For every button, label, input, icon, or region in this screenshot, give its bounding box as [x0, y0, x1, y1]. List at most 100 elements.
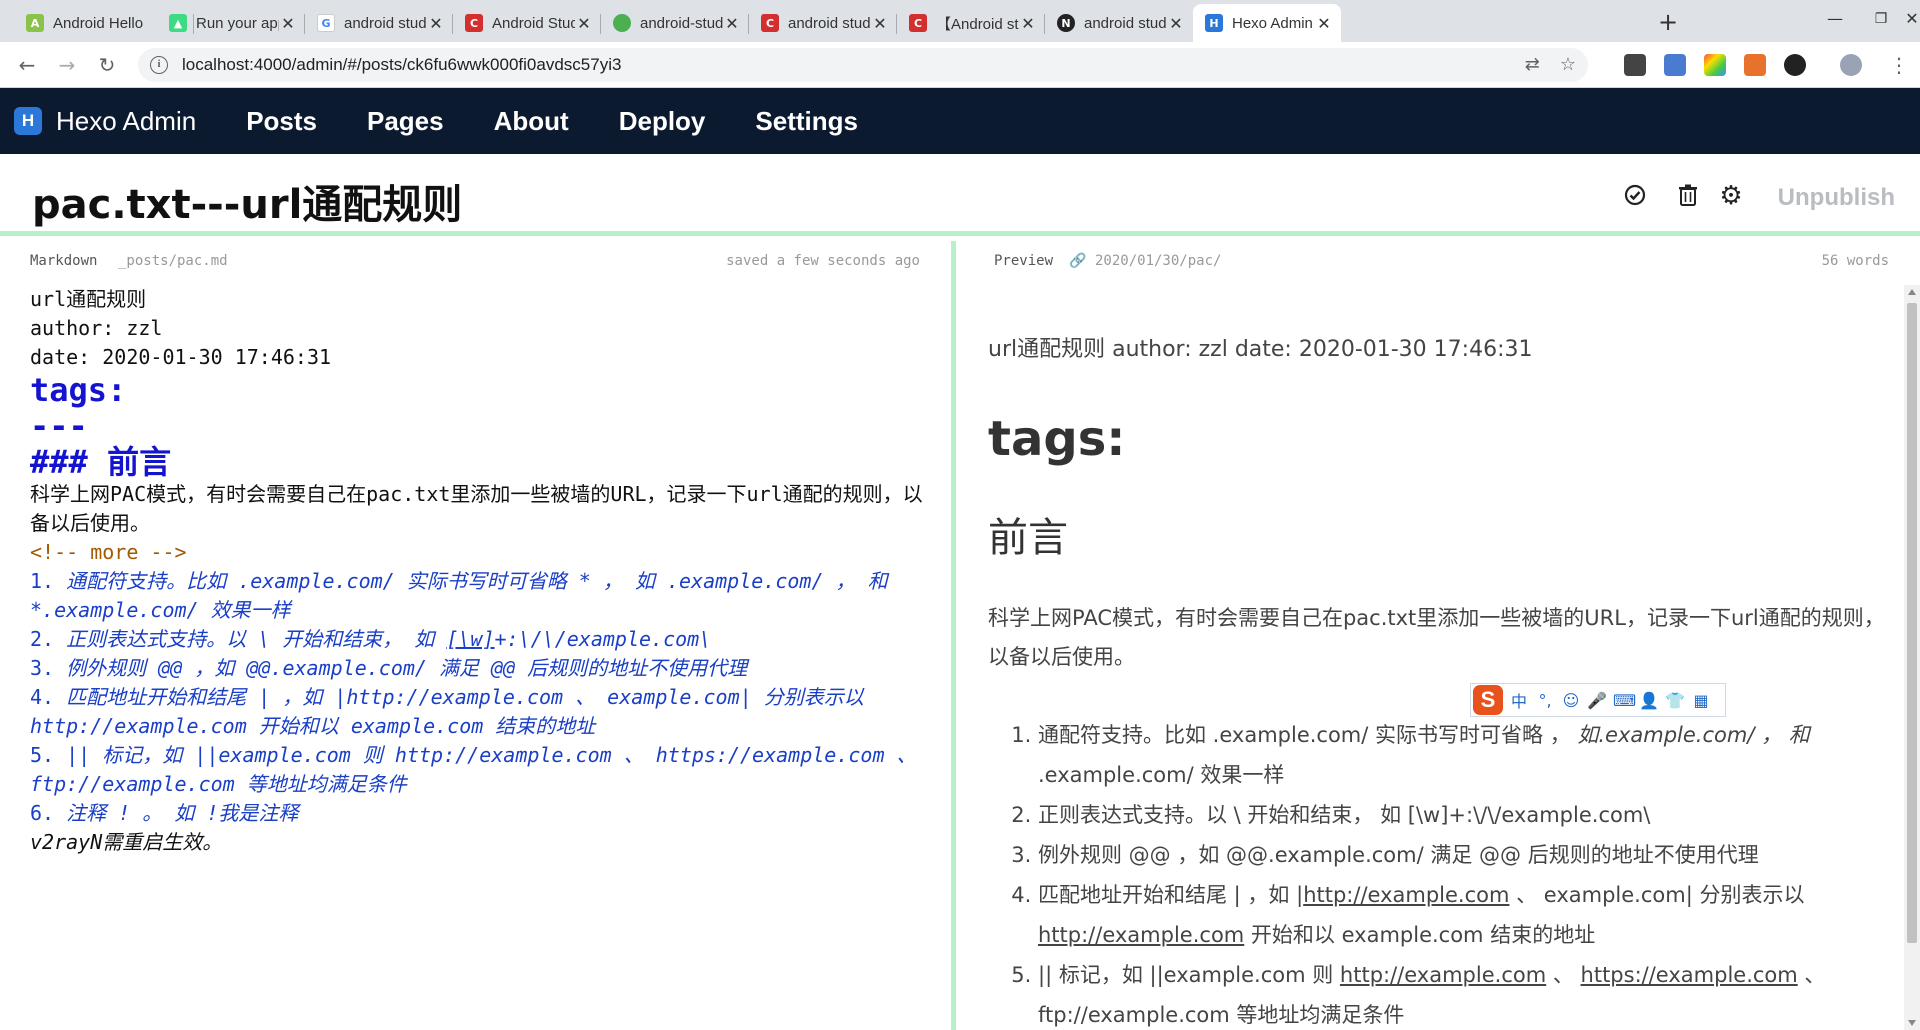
chrome-menu-icon[interactable]: ⋮	[1884, 50, 1914, 80]
nav-pages[interactable]: Pages	[367, 106, 444, 137]
browser-tab-active[interactable]: H Hexo Admin ✕	[1193, 4, 1341, 42]
close-tab-icon[interactable]: ✕	[279, 14, 297, 33]
keyboard-icon[interactable]: ⌨	[1613, 691, 1636, 710]
close-tab-icon[interactable]: ✕	[871, 14, 889, 33]
site-info-icon[interactable]: i	[150, 56, 168, 74]
save-status: saved a few seconds ago	[726, 253, 920, 269]
nav-posts[interactable]: Posts	[246, 106, 317, 137]
tab-label: android-studio	[640, 14, 723, 32]
android-favicon-icon: A	[26, 14, 44, 32]
browser-tab[interactable]: C 【Android stu ✕	[897, 4, 1045, 42]
code-line-hr: ---	[30, 407, 88, 445]
translate-icon[interactable]: ⇄	[1525, 54, 1540, 75]
nav-deploy[interactable]: Deploy	[619, 106, 706, 137]
scroll-up-arrow-icon[interactable]	[1908, 289, 1916, 295]
close-tab-icon[interactable]: ✕	[427, 14, 445, 33]
trash-icon[interactable]	[1676, 184, 1700, 208]
code-list-item: 5. || 标记，如 ||example.com 则 http://exampl…	[30, 743, 929, 796]
link[interactable]: http://example.com	[1038, 923, 1244, 947]
code-line: 科学上网PAC模式，有时会需要自己在pac.txt里添加一些被墙的URL，记录一…	[30, 482, 923, 535]
close-window-icon[interactable]: ✕	[1904, 4, 1920, 34]
url-text: localhost:4000/admin/#/posts/ck6fu6wwk00…	[182, 55, 622, 74]
link-icon: 🔗	[1069, 253, 1087, 269]
close-tab-icon[interactable]: ✕	[1315, 14, 1333, 33]
browser-tab[interactable]: C Android Studi ✕	[453, 4, 601, 42]
rendered-post: url通配规则 author: zzl date: 2020-01-30 17:…	[988, 331, 1893, 1030]
code-list-item: 4. 匹配地址开始和结尾 | ，如 |http://example.com 、 …	[30, 685, 876, 738]
microphone-icon[interactable]: 🎤	[1587, 691, 1607, 710]
nav-about[interactable]: About	[494, 106, 569, 137]
csdn-favicon-icon: C	[909, 14, 927, 32]
markdown-editor-pane: Markdown _posts/pac.md saved a few secon…	[0, 241, 956, 1030]
tab-label: Run your app	[196, 14, 279, 32]
mode-label: Markdown	[30, 253, 98, 269]
emoji-icon[interactable]: ☺	[1561, 691, 1581, 710]
back-arrow-icon[interactable]: ←	[12, 50, 42, 80]
new-tab-button[interactable]: +	[1652, 7, 1684, 39]
browser-tab[interactable]: android-studio ✕	[601, 4, 749, 42]
post-title[interactable]: pac.txt---url通配规则	[32, 172, 462, 230]
bookmark-star-icon[interactable]: ☆	[1560, 54, 1576, 75]
unpublish-button[interactable]: Unpublish	[1778, 184, 1895, 212]
close-tab-icon[interactable]: ✕	[1167, 14, 1185, 33]
code-line-heading: ### 前言	[30, 443, 172, 481]
maximize-icon[interactable]: ❐	[1858, 4, 1904, 34]
csdn-favicon-icon: C	[465, 14, 483, 32]
rendered-list: 通配符支持。比如 .example.com/ 实际书写时可省略 ， 如.exam…	[988, 715, 1893, 1030]
link[interactable]: https://example.com	[1581, 963, 1798, 987]
code-list-item: 1. 通配符支持。比如 .example.com/ 实际书写时可省略 * ， 如…	[30, 569, 900, 622]
close-tab-icon[interactable]: ✕	[723, 14, 741, 33]
reload-icon[interactable]: ↻	[92, 50, 122, 80]
code-line: url通配规则	[30, 287, 147, 311]
globe-favicon-icon	[613, 14, 631, 32]
link[interactable]: http://example.com	[1340, 963, 1546, 987]
preview-label: Preview	[994, 253, 1054, 269]
scrollbar-thumb[interactable]	[1907, 303, 1917, 943]
rendered-h3: 前言	[988, 515, 1068, 561]
address-bar[interactable]: i localhost:4000/admin/#/posts/ck6fu6wwk…	[138, 48, 1588, 82]
rendered-meta: url通配规则 author: zzl date: 2020-01-30 17:…	[988, 337, 1533, 362]
brand-link[interactable]: Hexo Admin	[56, 106, 196, 137]
permalink[interactable]: 2020/01/30/pac/	[1095, 253, 1221, 269]
forward-arrow-icon[interactable]: →	[52, 50, 82, 80]
ime-language-toggle[interactable]: 中	[1509, 688, 1529, 712]
sogou-logo-icon[interactable]: S	[1473, 685, 1503, 715]
markdown-textarea[interactable]: url通配规则 author: zzl date: 2020-01-30 17:…	[30, 285, 935, 857]
word-count: 56 words	[1821, 253, 1889, 269]
scroll-down-arrow-icon[interactable]	[1908, 1020, 1916, 1026]
gear-icon[interactable]: ⚙	[1719, 183, 1743, 209]
notion-favicon-icon: N	[1057, 14, 1075, 32]
link[interactable]: http://example.com	[1303, 883, 1509, 907]
browser-tab[interactable]: G android studio ✕	[305, 4, 453, 42]
close-tab-icon[interactable]: ✕	[575, 14, 593, 33]
ime-punctuation-icon[interactable]: °,	[1535, 691, 1555, 710]
browser-tab[interactable]: C android studio ✕	[749, 4, 897, 42]
color-extension-icon[interactable]	[1704, 54, 1726, 76]
check-circle-icon[interactable]	[1623, 184, 1647, 208]
browser-tab[interactable]: N android studio ✕	[1045, 4, 1193, 42]
tab-label: Hexo Admin	[1232, 14, 1313, 32]
list-item: || 标记，如 ||example.com 则 http://example.c…	[1038, 955, 1893, 1030]
file-path: _posts/pac.md	[118, 253, 228, 269]
profile-avatar[interactable]	[1840, 54, 1862, 76]
minimize-icon[interactable]: —	[1812, 4, 1858, 34]
qr-code-extension-icon[interactable]	[1624, 54, 1646, 76]
skin-shirt-icon[interactable]: 👕	[1665, 691, 1685, 710]
rendered-paragraph: 科学上网PAC模式，有时会需要自己在pac.txt里添加一些被墙的URL，记录一…	[988, 606, 1885, 669]
browser-toolbar: ← → ↻ i localhost:4000/admin/#/posts/ck6…	[0, 42, 1920, 88]
toolbox-grid-icon[interactable]: ▦	[1691, 691, 1711, 710]
android-favicon-icon: ▲	[169, 14, 187, 32]
preview-scrollbar[interactable]	[1904, 285, 1920, 1030]
hexo-favicon-icon: H	[1205, 14, 1223, 32]
nav-settings[interactable]: Settings	[755, 106, 858, 137]
close-tab-icon[interactable]: ✕	[1019, 14, 1037, 33]
code-line-comment: <!-- more -->	[30, 540, 187, 564]
user-icon[interactable]: 👤	[1639, 691, 1659, 710]
browser-tab[interactable]: ▲ Run your app ✕	[157, 4, 305, 42]
list-item: 通配符支持。比如 .example.com/ 实际书写时可省略 ， 如.exam…	[1038, 715, 1893, 795]
office-extension-icon[interactable]	[1744, 54, 1766, 76]
translate-extension-icon[interactable]	[1664, 54, 1686, 76]
extension-badge-icon[interactable]	[1784, 54, 1806, 76]
code-line: date: 2020-01-30 17:46:31	[30, 345, 332, 369]
hexo-logo-icon[interactable]: H	[14, 107, 42, 135]
